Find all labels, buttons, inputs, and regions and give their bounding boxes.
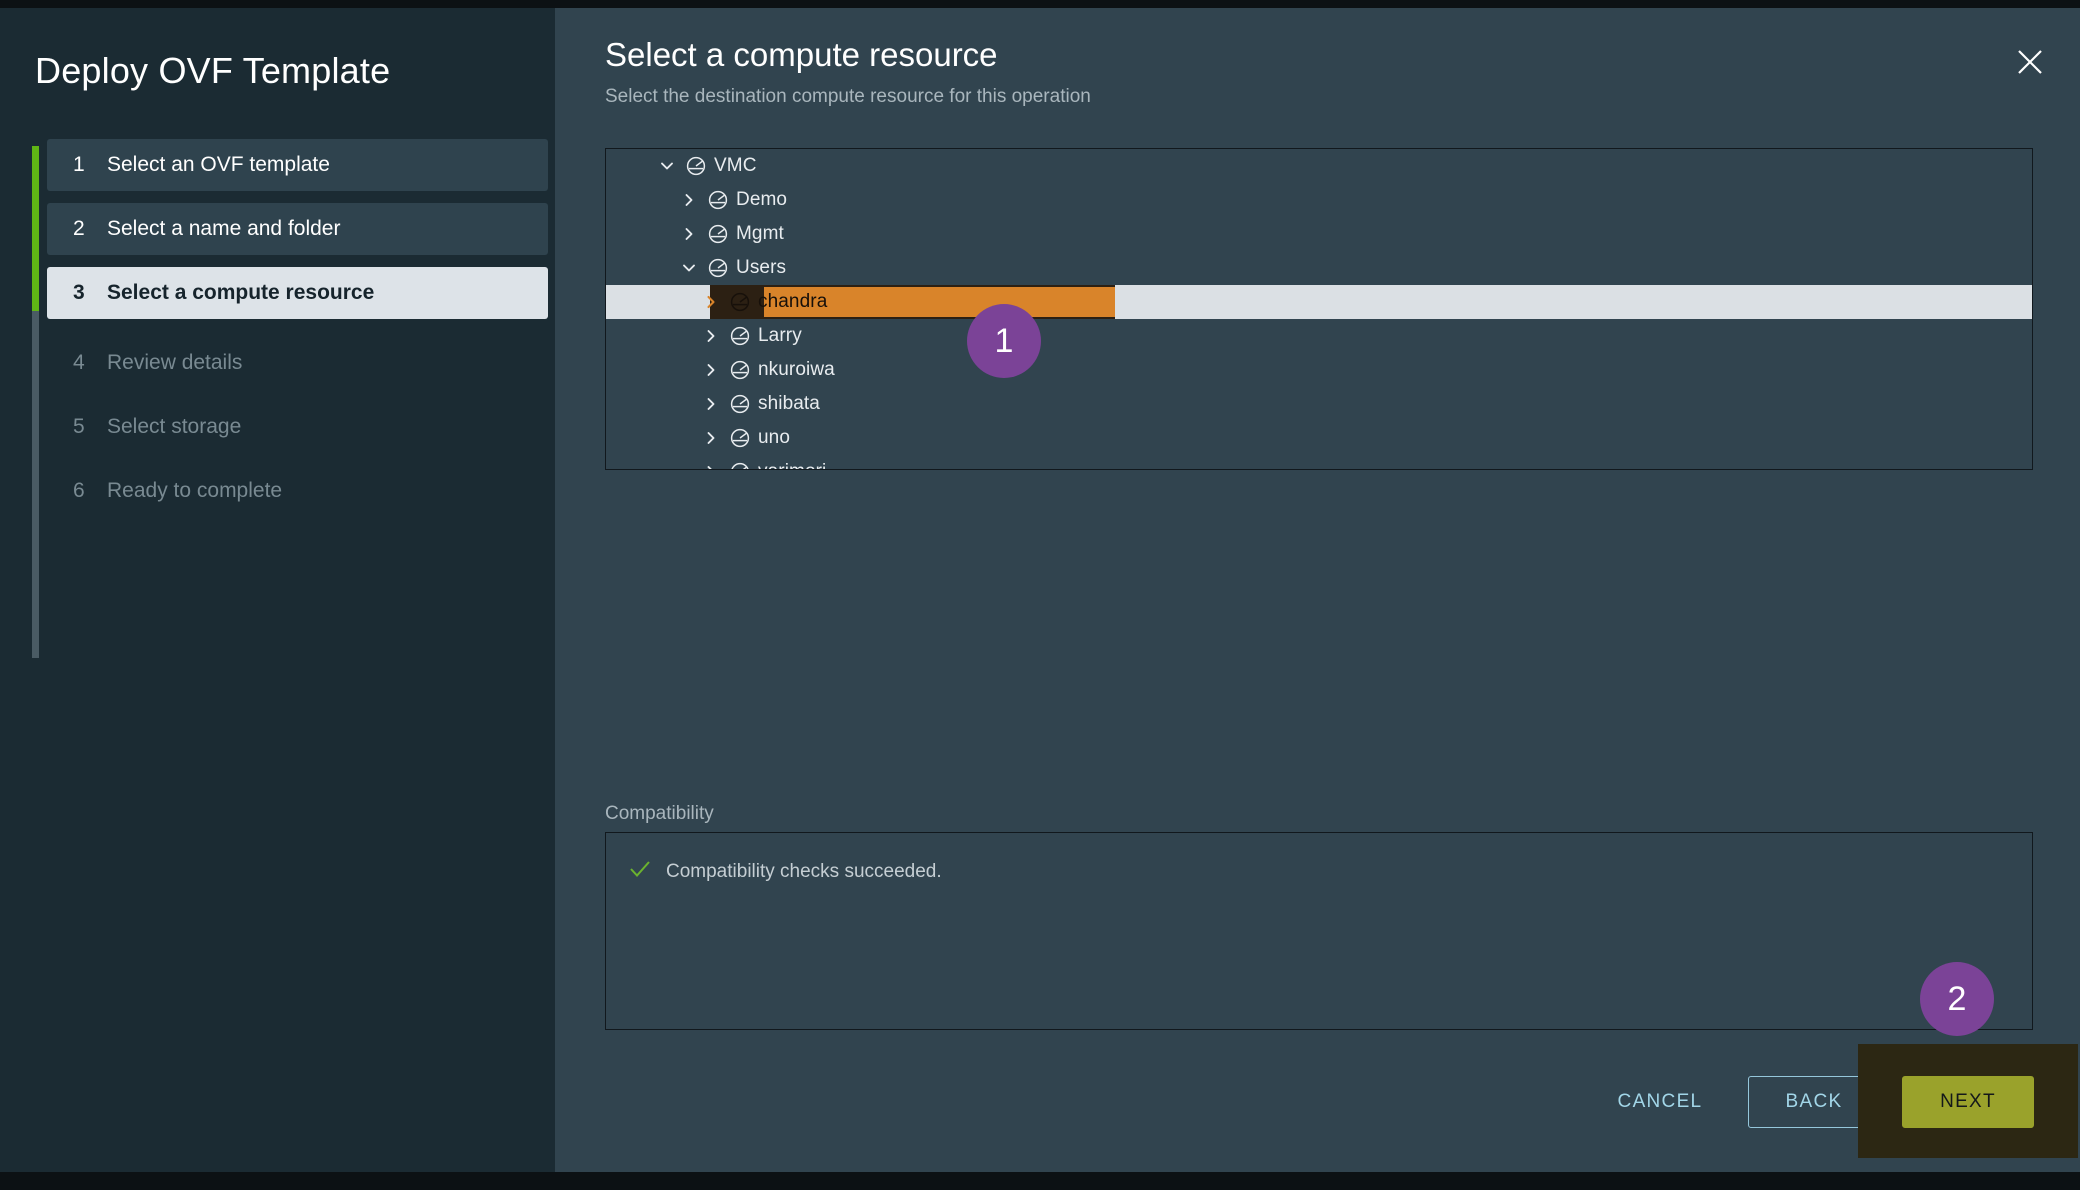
resource-pool-icon	[726, 359, 754, 381]
sidebar-step-6-label: Ready to complete	[107, 479, 283, 502]
annotation-badge-1: 1	[967, 304, 1041, 378]
sidebar-step-1-label: Select an OVF template	[107, 153, 330, 176]
close-dialog-button[interactable]	[2006, 38, 2054, 86]
wizard-title: Deploy OVF Template	[35, 50, 391, 91]
screenshot-root: Deploy OVF Template 1 Select an OVF temp…	[0, 0, 2080, 1190]
sidebar-step-2[interactable]: 2 Select a name and folder	[47, 203, 548, 255]
tree-row[interactable]: VMC	[606, 149, 2032, 183]
sidebar-step-3-label: Select a compute resource	[107, 281, 375, 304]
resource-pool-icon	[704, 257, 732, 279]
chevron-right-icon[interactable]	[696, 293, 726, 311]
tree-row[interactable]: Users	[606, 251, 2032, 285]
annotation-badge-2: 2	[1920, 962, 1994, 1036]
sidebar-step-1-number: 1	[73, 153, 85, 176]
compatibility-label: Compatibility	[605, 803, 714, 824]
tree-row[interactable]: Larry	[606, 319, 2032, 353]
chevron-right-icon[interactable]	[696, 429, 726, 447]
resource-pool-icon	[726, 291, 754, 313]
chevron-down-icon[interactable]	[652, 157, 682, 175]
resource-pool-icon	[726, 427, 754, 449]
sidebar-step-5-label: Select storage	[107, 415, 242, 438]
resource-pool-icon	[726, 325, 754, 347]
tree-row-chandra-selected[interactable]: chandra	[606, 285, 2032, 319]
wizard-footer: CANCEL BACK NEXT	[555, 1044, 2080, 1158]
compute-resource-tree[interactable]: VMC Demo Mgmt Users chandra Larry nkuroi…	[605, 148, 2033, 470]
page-title: Select a compute resource	[605, 36, 998, 73]
resource-pool-icon	[704, 189, 732, 211]
chevron-right-icon[interactable]	[696, 463, 726, 469]
chevron-right-icon[interactable]	[696, 395, 726, 413]
tree-node-label: Users	[736, 257, 787, 278]
wizard-sidebar: Deploy OVF Template 1 Select an OVF temp…	[0, 8, 555, 1172]
tree-node-label: Larry	[758, 325, 802, 346]
check-icon	[628, 857, 652, 886]
sidebar-step-2-label: Select a name and folder	[107, 217, 341, 240]
chevron-down-icon[interactable]	[674, 259, 704, 277]
tree-row[interactable]: Demo	[606, 183, 2032, 217]
sidebar-step-3-number: 3	[73, 281, 85, 304]
cancel-button[interactable]: CANCEL	[1594, 1076, 1726, 1128]
compatibility-message: Compatibility checks succeeded.	[666, 860, 942, 882]
close-icon	[2015, 47, 2045, 77]
wizard-step-list: 1 Select an OVF template 2 Select a name…	[47, 139, 548, 529]
sidebar-step-4-number: 4	[73, 351, 85, 374]
deploy-ovf-dialog: Deploy OVF Template 1 Select an OVF temp…	[0, 8, 2080, 1172]
next-button[interactable]: NEXT	[1902, 1076, 2034, 1128]
wizard-progress-fill	[32, 146, 39, 311]
page-subtitle: Select the destination compute resource …	[605, 86, 1091, 107]
sidebar-step-5-number: 5	[73, 415, 85, 438]
sidebar-step-6[interactable]: 6 Ready to complete	[47, 465, 548, 517]
tree-node-label: nkuroiwa	[758, 359, 835, 380]
sidebar-step-1[interactable]: 1 Select an OVF template	[47, 139, 548, 191]
tree-node-label: Mgmt	[736, 223, 784, 244]
chevron-right-icon[interactable]	[696, 327, 726, 345]
chevron-right-icon[interactable]	[696, 361, 726, 379]
tree-row[interactable]: shibata	[606, 387, 2032, 421]
wizard-main-panel: Select a compute resource Select the des…	[555, 8, 2080, 1172]
resource-pool-icon	[726, 461, 754, 469]
chevron-right-icon[interactable]	[674, 225, 704, 243]
tree-row[interactable]: yarimori	[606, 455, 2032, 469]
sidebar-step-4-label: Review details	[107, 351, 243, 374]
tree-row[interactable]: nkuroiwa	[606, 353, 2032, 387]
sidebar-step-5[interactable]: 5 Select storage	[47, 401, 548, 453]
tree-node-label: chandra	[758, 291, 828, 312]
compatibility-panel: Compatibility checks succeeded.	[605, 832, 2033, 1030]
tree-row[interactable]: Mgmt	[606, 217, 2032, 251]
sidebar-step-2-number: 2	[73, 217, 85, 240]
resource-pool-icon	[704, 223, 732, 245]
resource-pool-icon	[726, 393, 754, 415]
tree-node-label: VMC	[714, 155, 757, 176]
chevron-right-icon[interactable]	[674, 191, 704, 209]
sidebar-step-4[interactable]: 4 Review details	[47, 337, 548, 389]
sidebar-step-3[interactable]: 3 Select a compute resource	[47, 267, 548, 319]
tree-row[interactable]: uno	[606, 421, 2032, 455]
tree-node-label: Demo	[736, 189, 788, 210]
tree-node-label: uno	[758, 427, 791, 448]
compatibility-status: Compatibility checks succeeded.	[628, 857, 942, 886]
tree-node-label: yarimori	[754, 461, 826, 469]
resource-pool-icon	[682, 155, 710, 177]
sidebar-step-6-number: 6	[73, 479, 85, 502]
tree-node-label: shibata	[758, 393, 820, 414]
next-button-wrapper: NEXT	[1858, 1044, 2078, 1158]
